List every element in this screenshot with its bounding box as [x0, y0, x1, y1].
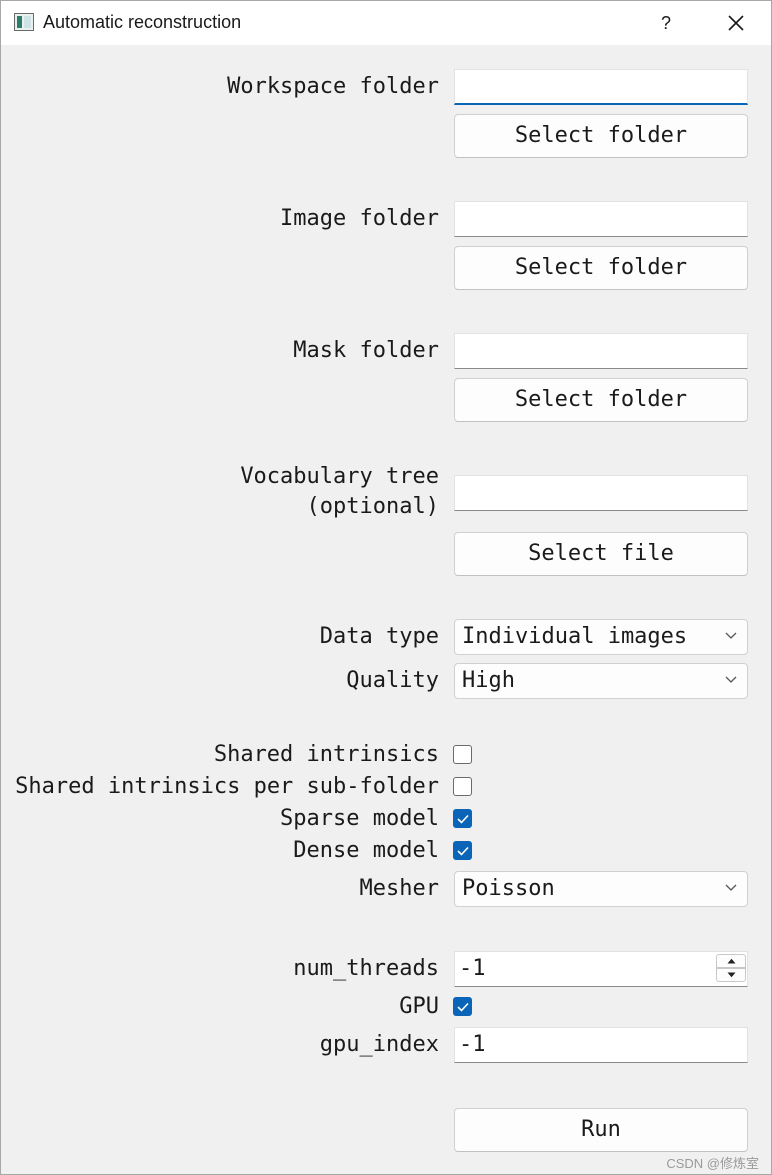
dense-model-label: Dense model [293, 838, 439, 863]
checkmark-icon [457, 1002, 469, 1012]
image-folder-input[interactable] [454, 201, 748, 237]
image-select-folder-button[interactable]: Select folder [454, 246, 748, 290]
dialog-window: Automatic reconstruction ? Workspace fol… [0, 0, 772, 1175]
app-icon [14, 13, 34, 31]
quality-select[interactable]: High [454, 663, 748, 699]
num-threads-label: num_threads [293, 956, 439, 981]
title-bar[interactable]: Automatic reconstruction ? [1, 1, 771, 45]
gpu-index-input[interactable]: -1 [454, 1027, 748, 1063]
gpu-checkbox[interactable] [453, 997, 472, 1016]
arrow-down-icon [727, 972, 736, 978]
shared-intrinsics-checkbox[interactable] [453, 745, 472, 764]
help-button[interactable]: ? [649, 9, 683, 37]
spin-up-button[interactable] [716, 954, 746, 968]
shared-intrinsics-per-subfolder-checkbox[interactable] [453, 777, 472, 796]
window-title: Automatic reconstruction [43, 12, 242, 32]
dense-model-checkbox[interactable] [453, 841, 472, 860]
gpu-label: GPU [399, 994, 439, 1019]
gpu-index-label: gpu_index [319, 1032, 439, 1057]
mesher-label: Mesher [359, 876, 439, 901]
vocab-tree-label: Vocabulary tree [240, 464, 439, 489]
chevron-down-icon [725, 884, 737, 891]
num-threads-value: -1 [459, 956, 486, 981]
mask-folder-label: Mask folder [293, 338, 439, 363]
chevron-down-icon [725, 632, 737, 639]
run-button[interactable]: Run [454, 1108, 748, 1152]
checkmark-icon [457, 814, 469, 824]
data-type-value: Individual images [462, 624, 688, 649]
chevron-down-icon [725, 676, 737, 683]
quality-value: High [462, 668, 515, 693]
vocab-tree-optional-label: (optional) [306, 494, 439, 519]
num-threads-spinbox[interactable]: -1 [454, 951, 748, 987]
close-icon [728, 15, 744, 31]
data-type-label: Data type [319, 624, 439, 649]
watermark: CSDN @修炼室 [666, 1156, 759, 1171]
checkmark-icon [457, 846, 469, 856]
vocab-select-file-button[interactable]: Select file [454, 532, 748, 576]
workspace-folder-input[interactable] [454, 69, 748, 105]
data-type-select[interactable]: Individual images [454, 619, 748, 655]
sparse-model-checkbox[interactable] [453, 809, 472, 828]
shared-intrinsics-per-subfolder-label: Shared intrinsics per sub-folder [15, 774, 439, 799]
shared-intrinsics-label: Shared intrinsics [213, 742, 439, 767]
vocab-tree-input[interactable] [454, 475, 748, 511]
mesher-select[interactable]: Poisson [454, 871, 748, 907]
close-button[interactable] [718, 9, 754, 37]
spin-down-button[interactable] [716, 968, 746, 982]
gpu-index-value: -1 [459, 1032, 486, 1057]
mesher-value: Poisson [462, 876, 555, 901]
workspace-folder-label: Workspace folder [227, 74, 439, 99]
mask-select-folder-button[interactable]: Select folder [454, 378, 748, 422]
arrow-up-icon [727, 958, 736, 964]
image-folder-label: Image folder [280, 206, 439, 231]
sparse-model-label: Sparse model [280, 806, 439, 831]
mask-folder-input[interactable] [454, 333, 748, 369]
workspace-select-folder-button[interactable]: Select folder [454, 114, 748, 158]
quality-label: Quality [346, 668, 439, 693]
